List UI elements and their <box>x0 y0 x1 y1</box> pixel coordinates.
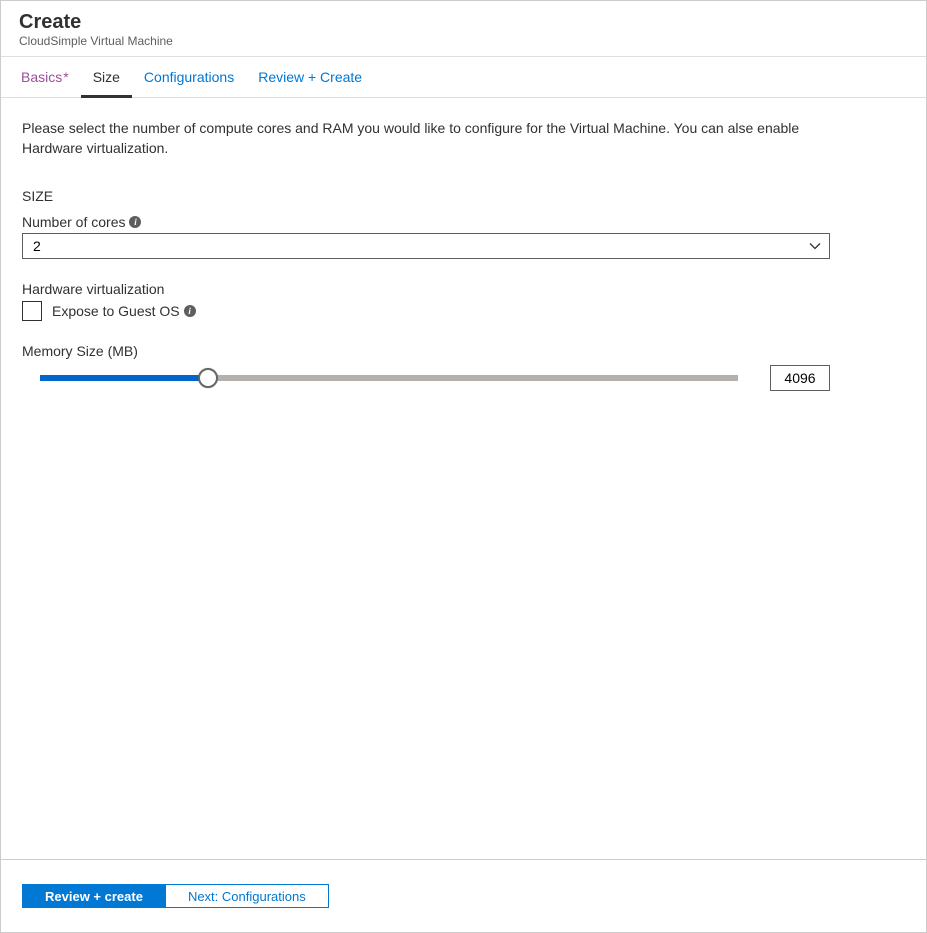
memory-size-label: Memory Size (MB) <box>22 343 905 359</box>
review-create-button[interactable]: Review + create <box>22 884 166 908</box>
slider-thumb[interactable] <box>198 368 218 388</box>
required-asterisk: * <box>63 69 68 85</box>
expose-guest-os-checkbox[interactable] <box>22 301 42 321</box>
tab-bar: Basics* Size Configurations Review + Cre… <box>1 57 926 98</box>
slider-track <box>40 375 738 381</box>
cores-label-text: Number of cores <box>22 214 125 230</box>
intro-text: Please select the number of compute core… <box>22 118 802 158</box>
page-subtitle: CloudSimple Virtual Machine <box>19 34 908 48</box>
memory-slider-group <box>22 365 830 391</box>
info-icon[interactable] <box>129 216 141 228</box>
tab-size[interactable]: Size <box>81 57 132 98</box>
content-area: Please select the number of compute core… <box>1 98 926 859</box>
tab-basics[interactable]: Basics* <box>9 57 81 98</box>
tab-configurations[interactable]: Configurations <box>132 57 246 98</box>
expose-guest-os-label: Expose to Guest OS <box>52 303 196 319</box>
cores-select-wrap: 2 <box>22 233 830 259</box>
expose-guest-os-row: Expose to Guest OS <box>22 301 905 321</box>
tab-label: Basics <box>21 69 62 85</box>
page-title: Create <box>19 9 908 35</box>
create-page: Create CloudSimple Virtual Machine Basic… <box>0 0 927 933</box>
info-icon[interactable] <box>184 305 196 317</box>
tab-review-create[interactable]: Review + Create <box>246 57 374 98</box>
hw-virtualization-label: Hardware virtualization <box>22 281 905 297</box>
tab-label: Size <box>93 69 120 85</box>
section-title-size: SIZE <box>22 188 905 204</box>
memory-slider[interactable] <box>22 368 748 388</box>
slider-fill <box>40 375 208 381</box>
checkbox-label-text: Expose to Guest OS <box>52 303 180 319</box>
tab-label: Configurations <box>144 69 234 85</box>
footer-actions: Review + create Next: Configurations <box>1 859 926 932</box>
cores-label: Number of cores <box>22 214 905 230</box>
page-header: Create CloudSimple Virtual Machine <box>1 1 926 57</box>
cores-select[interactable]: 2 <box>22 233 830 259</box>
memory-value-input[interactable] <box>770 365 830 391</box>
tab-label: Review + Create <box>258 69 362 85</box>
next-configurations-button[interactable]: Next: Configurations <box>165 884 329 908</box>
